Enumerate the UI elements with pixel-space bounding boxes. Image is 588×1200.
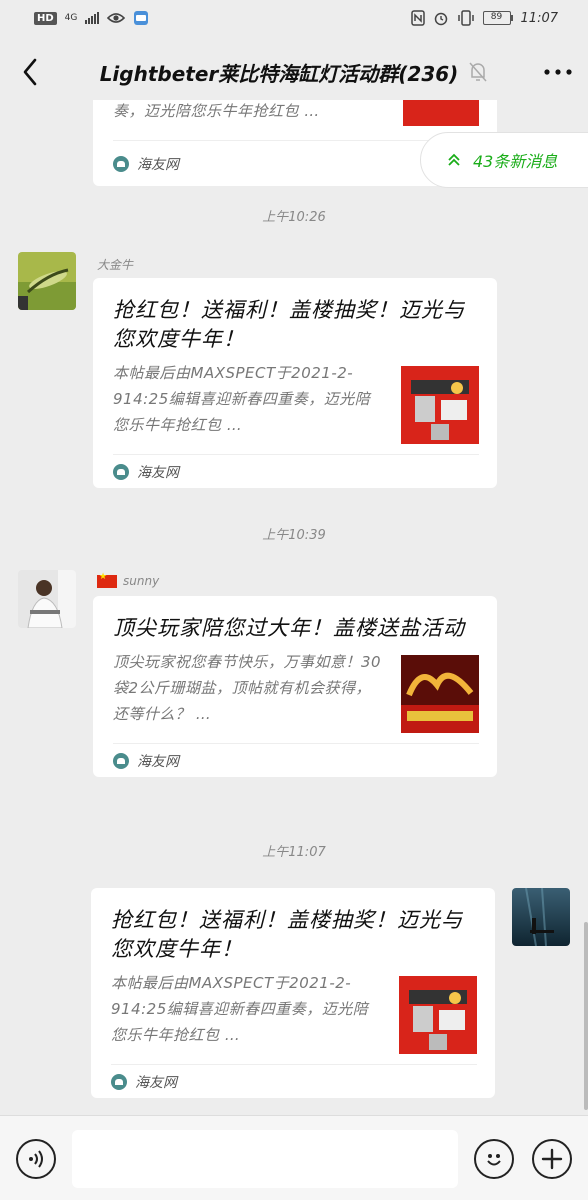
signal-icon xyxy=(85,12,100,24)
status-left: HD 4G xyxy=(34,10,149,26)
back-button[interactable] xyxy=(0,36,60,108)
timestamp: 上午11:07 xyxy=(262,845,326,860)
new-messages-button[interactable]: 43条新消息 xyxy=(420,132,588,188)
my-avatar[interactable] xyxy=(512,888,570,946)
card-description: 本帖最后由MAXSPECT于2021-2-914:25编辑喜迎新春四重奏，迈光陪… xyxy=(113,364,371,434)
sender-label: sunny xyxy=(123,574,160,588)
card-description: 本帖最后由MAXSPECT于2021-2-914:25编辑喜迎新春四重奏，迈光陪… xyxy=(111,974,369,1044)
hd-badge: HD xyxy=(34,11,57,25)
card-thumbnail xyxy=(399,976,477,1054)
card-body: 本帖最后由MAXSPECT于2021-2-914:25编辑喜迎新春四重奏，迈光陪… xyxy=(113,360,479,444)
card-description: 顶尖玩家祝您春节快乐，万事如意！30袋2公斤珊瑚盐，顶帖就有机会获得，还等什么？… xyxy=(113,653,382,723)
clock: 11:07 xyxy=(520,10,558,26)
china-flag-icon xyxy=(97,572,117,588)
vibrate-icon xyxy=(457,10,474,26)
source-label: 海友网 xyxy=(135,1074,177,1091)
double-chevron-up-icon xyxy=(448,153,460,166)
timestamp: 上午10:39 xyxy=(262,528,326,543)
card-body: 顶尖玩家祝您春节快乐，万事如意！30袋2公斤珊瑚盐，顶帖就有机会获得，还等什么？… xyxy=(113,649,479,733)
sender-name: 大金牛 xyxy=(97,256,133,273)
alarm-icon xyxy=(434,12,447,26)
card-body: 奏，迈光陪您乐牛年抢红包 … xyxy=(113,100,479,126)
source-icon xyxy=(113,155,129,172)
voice-icon xyxy=(29,1150,43,1168)
source-icon xyxy=(111,1073,127,1090)
link-card[interactable]: 顶尖玩家陪您过大年！盖楼送盐活动 顶尖玩家祝您春节快乐，万事如意！30袋2公斤珊… xyxy=(93,596,497,777)
emoji-icon xyxy=(487,1154,501,1166)
card-thumbnail xyxy=(403,100,479,126)
chat-app-icon xyxy=(134,11,149,25)
card-title: 抢红包！送福利！盖楼抽奖！迈光与您欢度牛年！ xyxy=(113,298,465,351)
more-button[interactable] xyxy=(528,36,588,108)
plus-icon xyxy=(541,1148,563,1170)
more-dots-icon xyxy=(544,69,572,75)
message-input[interactable] xyxy=(72,1130,458,1188)
back-arrow-icon xyxy=(23,58,37,86)
card-source: 海友网 xyxy=(113,743,479,777)
card-source: 海友网 xyxy=(113,454,479,488)
emoji-button[interactable] xyxy=(474,1139,514,1179)
nfc-icon xyxy=(410,10,425,26)
chat-header: Lightbeter莱比特海缸灯活动群(236) xyxy=(0,36,588,108)
status-right: 89 11:07 xyxy=(410,10,558,26)
card-thumbnail xyxy=(401,655,479,733)
source-label: 海友网 xyxy=(137,753,179,770)
chat-title: Lightbeter莱比特海缸灯活动群(236) xyxy=(99,61,459,86)
card-thumbnail xyxy=(401,366,479,444)
battery-icon: 89 xyxy=(482,11,513,25)
source-icon xyxy=(113,752,129,769)
input-bar xyxy=(0,1115,588,1200)
title-area[interactable]: Lightbeter莱比特海缸灯活动群(236) xyxy=(60,58,528,87)
link-card[interactable]: 抢红包！送福利！盖楼抽奖！迈光与您欢度牛年！ 本帖最后由MAXSPECT于202… xyxy=(93,278,497,488)
eye-icon xyxy=(107,13,126,23)
avatar[interactable] xyxy=(18,252,76,310)
card-title: 抢红包！送福利！盖楼抽奖！迈光与您欢度牛年！ xyxy=(111,908,463,961)
card-description: 奏，迈光陪您乐牛年抢红包 … xyxy=(113,102,320,120)
avatar[interactable] xyxy=(18,570,76,628)
source-label: 海友网 xyxy=(137,464,179,481)
battery-level: 89 xyxy=(482,11,511,25)
source-label: 海友网 xyxy=(137,156,179,173)
new-messages-label: 43条新消息 xyxy=(473,152,558,171)
message-list[interactable]: 奏，迈光陪您乐牛年抢红包 … 海友网 上午10:26 大金牛 抢红包！送福利！盖… xyxy=(0,100,588,1115)
card-title: 顶尖玩家陪您过大年！盖楼送盐活动 xyxy=(113,616,465,640)
card-source: 海友网 xyxy=(111,1064,477,1098)
source-icon xyxy=(113,463,129,480)
plus-button[interactable] xyxy=(532,1139,572,1179)
status-bar: HD 4G 89 11:07 xyxy=(0,0,588,36)
card-body: 本帖最后由MAXSPECT于2021-2-914:25编辑喜迎新春四重奏，迈光陪… xyxy=(111,970,477,1054)
scrollbar[interactable] xyxy=(584,922,588,1110)
mute-bell-icon xyxy=(469,62,487,82)
link-card[interactable]: 抢红包！送福利！盖楼抽奖！迈光与您欢度牛年！ 本帖最后由MAXSPECT于202… xyxy=(91,888,495,1098)
sender-name: sunny xyxy=(97,572,160,588)
network-label: 4G xyxy=(64,12,78,23)
timestamp: 上午10:26 xyxy=(262,210,326,225)
voice-button[interactable] xyxy=(16,1139,56,1179)
sender-label: 大金牛 xyxy=(97,258,134,272)
